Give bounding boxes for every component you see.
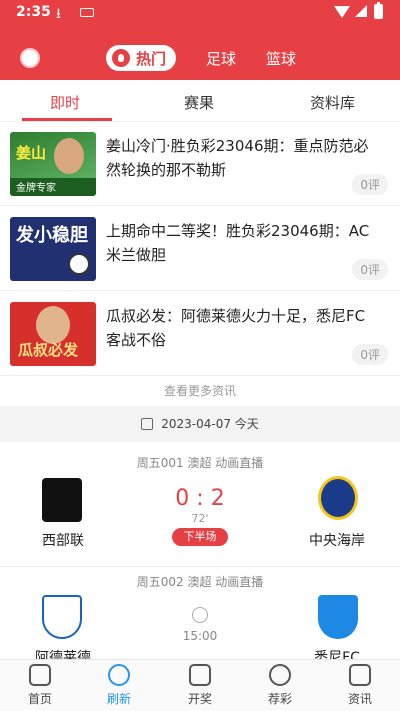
match-card[interactable]: 周五002 澳超 动画直播 阿德莱德 15:00 悉尼FC [0,566,400,666]
kickoff-time: 15:00 [182,629,218,643]
more-news-link[interactable]: 查看更多资讯 [0,376,400,406]
trophy-icon [189,664,211,686]
nav-lottery-label: 开奖 [187,692,212,706]
sport-tabs: 热门 足球 篮球 [106,44,296,72]
battery-icon [374,2,383,19]
tab-basketball[interactable]: 篮球 [266,48,296,69]
download-icon: ⭳ [56,6,61,22]
sub-tabs: 即时 赛果 资料库 [0,80,400,122]
news-item[interactable]: 瓜叔必发 瓜叔必发：阿德莱德火力十足，悉尼FC客战不俗 0评 [0,292,400,376]
news-thumbnail: 瓜叔必发 [10,302,96,366]
away-team: 中央海岸 [309,533,365,549]
tab-hot[interactable]: 热门 [106,45,177,71]
nav-home[interactable]: 首页 [8,664,72,707]
home-team: 西部联 [42,533,84,549]
nav-news[interactable]: 资讯 [328,664,392,707]
news-title: 瓜叔必发：阿德莱德火力十足，悉尼FC客战不俗 [106,307,366,349]
match-minute: 72' [191,512,209,525]
news-thumbnail: 发小稳胆 [10,217,96,281]
tab-hot-label: 热门 [136,49,167,68]
status-badge: 下半场 [172,528,228,546]
date-label: 2023-04-07 今天 [161,417,259,431]
nav-refresh[interactable]: 刷新 [87,664,151,707]
ball-8-icon [269,664,291,686]
team-crest [42,478,82,522]
news-title: 姜山冷门·胜负彩23046期：重点防范必然轮换的那不勒斯 [106,137,369,179]
team-crest [318,595,358,639]
app-root: 2:35 ⭳ 热门 足球 篮球 即时 赛果 资料库 姜山 金牌专家 姜山冷门·胜… [0,0,400,711]
comment-count: 0评 [352,344,388,365]
match-score: 0 : 2 [175,486,225,511]
match-card[interactable]: 周五001 澳超 动画直播 西部联 0 : 2 72' 下半场 中央海岸 [0,442,400,566]
team-crest [42,595,82,639]
refresh-icon [108,664,130,686]
news-icon [349,664,371,686]
comment-count: 0评 [352,259,388,280]
signal-icon [355,5,367,17]
subtab-indicator [22,118,112,121]
alarm-icon [192,607,208,623]
calendar-icon [141,418,154,430]
nav-recommend-label: 荐彩 [267,692,292,706]
subtab-live[interactable]: 即时 [50,92,80,113]
avatar[interactable] [20,48,40,68]
cast-icon [80,8,94,17]
news-item[interactable]: 发小稳胆 上期命中二等奖！胜负彩23046期：AC米兰做胆 0评 [0,207,400,291]
flame-icon [112,49,130,67]
subtab-results[interactable]: 赛果 [184,92,214,113]
news-thumbnail: 姜山 金牌专家 [10,132,96,196]
date-bar: 2023-04-07 今天 [0,406,400,442]
match-header: 周五001 澳超 动画直播 [136,456,264,470]
match-header: 周五002 澳超 动画直播 [136,575,264,589]
wifi-icon [334,6,350,18]
nav-refresh-label: 刷新 [106,692,131,706]
comment-count: 0评 [352,174,388,195]
subtab-database[interactable]: 资料库 [310,92,355,113]
team-crest [318,476,358,520]
top-header: 2:35 ⭳ 热门 足球 篮球 [0,0,400,80]
news-title: 上期命中二等奖！胜负彩23046期：AC米兰做胆 [106,222,370,264]
status-bar: 2:35 ⭳ [0,0,400,26]
tab-football[interactable]: 足球 [206,48,236,69]
nav-lottery[interactable]: 开奖 [168,664,232,707]
nav-recommend[interactable]: 荐彩 [248,664,312,707]
home-icon [29,664,51,686]
news-item[interactable]: 姜山 金牌专家 姜山冷门·胜负彩23046期：重点防范必然轮换的那不勒斯 0评 [0,122,400,206]
bottom-nav: 首页 刷新 开奖 荐彩 资讯 [0,659,400,711]
nav-news-label: 资讯 [347,692,372,706]
nav-home-label: 首页 [27,692,52,706]
status-time: 2:35 [16,4,51,20]
